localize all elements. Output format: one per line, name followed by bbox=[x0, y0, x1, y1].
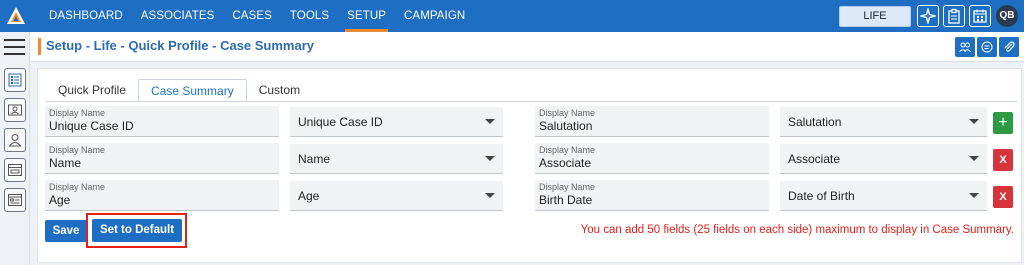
right-display-name-field[interactable]: Display Name Associate bbox=[535, 143, 769, 174]
hamburger-menu-icon[interactable] bbox=[4, 39, 25, 56]
field-value: Birth Date bbox=[539, 193, 593, 207]
right-display-name-field[interactable]: Display Name Birth Date bbox=[535, 180, 769, 211]
user-avatar[interactable]: QB bbox=[996, 5, 1018, 27]
field-value: Unique Case ID bbox=[49, 119, 134, 133]
field-value: Name bbox=[49, 156, 82, 170]
left-display-name-field[interactable]: Display Name Age bbox=[45, 180, 279, 211]
nav-campaign[interactable]: CAMPAIGN bbox=[395, 0, 474, 32]
nav-associates[interactable]: ASSOCIATES bbox=[132, 0, 224, 32]
field-label: Display Name bbox=[49, 145, 106, 155]
browser-window-icon[interactable] bbox=[4, 158, 26, 182]
chevron-down-icon bbox=[485, 119, 495, 124]
left-display-name-field[interactable]: Display Name Unique Case ID bbox=[45, 106, 279, 137]
field-value: Salutation bbox=[539, 119, 593, 133]
right-field-select[interactable]: Salutation bbox=[780, 107, 987, 137]
title-accent-bar bbox=[38, 38, 41, 55]
tab-custom[interactable]: Custom bbox=[247, 79, 312, 102]
tab-divider bbox=[46, 101, 1017, 102]
profile-card-icon[interactable] bbox=[4, 98, 26, 122]
nav-tools[interactable]: TOOLS bbox=[281, 0, 338, 32]
field-limit-note: You can add 50 fields (25 fields on each… bbox=[580, 224, 1014, 236]
chat-icon[interactable] bbox=[977, 37, 997, 57]
chevron-down-icon bbox=[485, 193, 495, 198]
chevron-down-icon bbox=[969, 156, 979, 161]
right-field-select[interactable]: Associate bbox=[780, 144, 987, 174]
delete-field-button[interactable]: X bbox=[993, 149, 1013, 171]
chevron-down-icon bbox=[969, 193, 979, 198]
select-value: Salutation bbox=[788, 115, 842, 129]
clipboard-icon[interactable] bbox=[943, 5, 965, 27]
left-sidebar bbox=[0, 32, 30, 265]
calendar-icon[interactable] bbox=[969, 5, 991, 27]
right-field-select[interactable]: Date of Birth bbox=[780, 181, 987, 211]
form-icon[interactable] bbox=[4, 188, 26, 212]
chevron-down-icon bbox=[969, 119, 979, 124]
left-display-name-field[interactable]: Display Name Name bbox=[45, 143, 279, 174]
select-value: Unique Case ID bbox=[298, 115, 383, 129]
field-label: Display Name bbox=[539, 182, 596, 192]
field-label: Display Name bbox=[539, 108, 596, 118]
user-icon[interactable] bbox=[4, 128, 26, 152]
left-field-select[interactable]: Age bbox=[290, 181, 503, 211]
field-value: Associate bbox=[539, 156, 592, 170]
tab-case-summary[interactable]: Case Summary bbox=[138, 79, 247, 102]
select-value: Date of Birth bbox=[788, 189, 855, 203]
top-navigation-bar: DASHBOARD ASSOCIATES CASES TOOLS SETUP C… bbox=[0, 0, 1024, 32]
field-label: Display Name bbox=[539, 145, 596, 155]
field-value: Age bbox=[49, 193, 71, 207]
left-field-select[interactable]: Unique Case ID bbox=[290, 107, 503, 137]
page-title: Setup - Life - Quick Profile - Case Summ… bbox=[46, 38, 315, 53]
list-settings-icon[interactable] bbox=[4, 68, 26, 92]
sparkle-icon[interactable] bbox=[917, 5, 939, 27]
tab-bar: Quick Profile Case Summary Custom bbox=[46, 79, 312, 102]
attachment-icon[interactable] bbox=[999, 37, 1019, 57]
main-nav: DASHBOARD ASSOCIATES CASES TOOLS SETUP C… bbox=[40, 0, 474, 32]
page-title-bar: Setup - Life - Quick Profile - Case Summ… bbox=[30, 32, 1024, 62]
chevron-down-icon bbox=[485, 156, 495, 161]
select-value: Age bbox=[298, 189, 320, 203]
select-value: Name bbox=[298, 152, 331, 166]
tab-quick-profile[interactable]: Quick Profile bbox=[46, 79, 138, 102]
right-display-name-field[interactable]: Display Name Salutation bbox=[535, 106, 769, 137]
highlight-box bbox=[86, 213, 187, 248]
delete-field-button[interactable]: X bbox=[993, 186, 1013, 208]
line-of-business-selector[interactable]: LIFE bbox=[839, 6, 911, 27]
users-icon[interactable] bbox=[955, 37, 975, 57]
select-value: Associate bbox=[788, 152, 841, 166]
save-button[interactable]: Save bbox=[45, 220, 87, 242]
field-label: Display Name bbox=[49, 182, 106, 192]
left-field-select[interactable]: Name bbox=[290, 144, 503, 174]
add-field-button[interactable]: + bbox=[993, 112, 1013, 134]
nav-setup[interactable]: SETUP bbox=[338, 0, 395, 32]
nav-dashboard[interactable]: DASHBOARD bbox=[40, 0, 132, 32]
nav-cases[interactable]: CASES bbox=[223, 0, 281, 32]
app-logo-icon[interactable] bbox=[0, 0, 32, 32]
field-label: Display Name bbox=[49, 108, 106, 118]
